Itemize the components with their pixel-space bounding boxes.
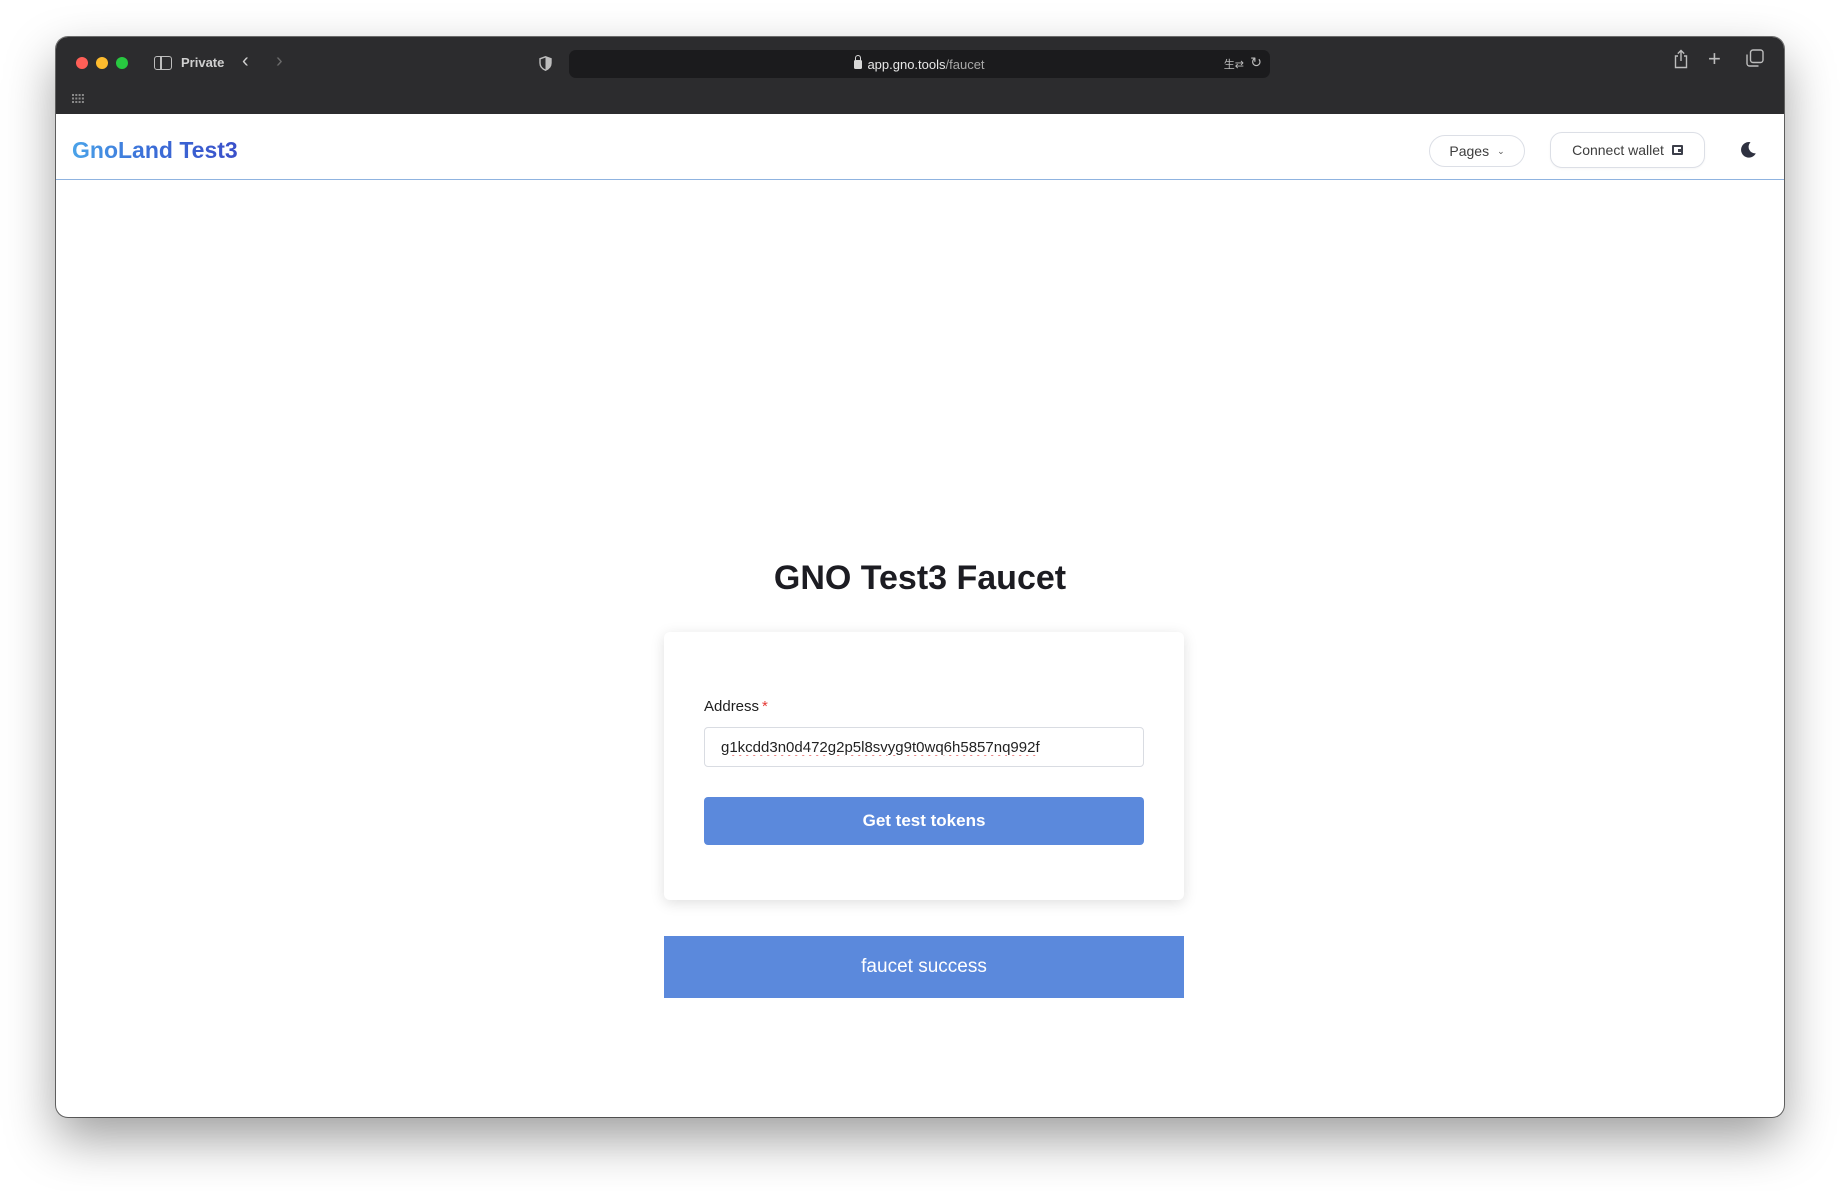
minimize-window-button[interactable] [96, 57, 108, 69]
browser-window: Private ‹ › app.gno.tools/faucet 生⇄ ↻ + [56, 37, 1784, 1117]
connect-wallet-button[interactable]: Connect wallet [1550, 132, 1705, 168]
faucet-success-banner: faucet success [664, 936, 1184, 998]
wallet-icon [1671, 145, 1683, 155]
address-field-label: Address * [704, 698, 768, 715]
browser-toolbar: Private ‹ › app.gno.tools/faucet 生⇄ ↻ + [56, 37, 1784, 114]
url-host: app.gno.tools [867, 57, 946, 72]
chevron-right-icon[interactable]: › [276, 51, 283, 71]
url-path: /faucet [945, 57, 985, 72]
required-mark: * [762, 698, 768, 715]
pages-label: Pages [1449, 143, 1490, 159]
shield-icon[interactable] [539, 56, 552, 71]
url-text: app.gno.tools/faucet [569, 55, 1270, 72]
tabs-icon[interactable] [1746, 49, 1764, 67]
lock-icon [854, 55, 863, 69]
private-mode-label: Private [181, 55, 225, 70]
chevron-left-icon[interactable]: ‹ [242, 51, 249, 71]
pages-dropdown-button[interactable]: Pages ⌄ [1429, 135, 1525, 167]
site-header: GnoLand Test3 Pages ⌄ Connect wallet [56, 114, 1784, 180]
faucet-form-card: Address* Get test tokens [664, 632, 1184, 900]
chevron-down-icon: ⌄ [1497, 145, 1505, 156]
plus-icon[interactable]: + [1708, 46, 1721, 72]
grid-icon[interactable] [72, 94, 84, 103]
address-bar[interactable]: app.gno.tools/faucet 生⇄ ↻ [569, 50, 1270, 78]
address-input[interactable] [704, 727, 1144, 767]
page-title: GNO Test3 Faucet [773, 559, 1067, 597]
connect-wallet-label: Connect wallet [1572, 142, 1664, 158]
translate-icon[interactable]: 生⇄ [1224, 56, 1244, 72]
zoom-window-button[interactable] [116, 57, 128, 69]
close-window-button[interactable] [76, 57, 88, 69]
share-icon[interactable] [1673, 49, 1689, 69]
sidebar-toggle-icon[interactable] [154, 56, 172, 70]
address-label-text: Address [704, 698, 760, 715]
get-test-tokens-button[interactable]: Get test tokens [704, 797, 1144, 845]
moon-icon[interactable] [1739, 141, 1757, 159]
reload-icon[interactable]: ↻ [1250, 54, 1262, 71]
brand-logo[interactable]: GnoLand Test3 [72, 137, 238, 164]
